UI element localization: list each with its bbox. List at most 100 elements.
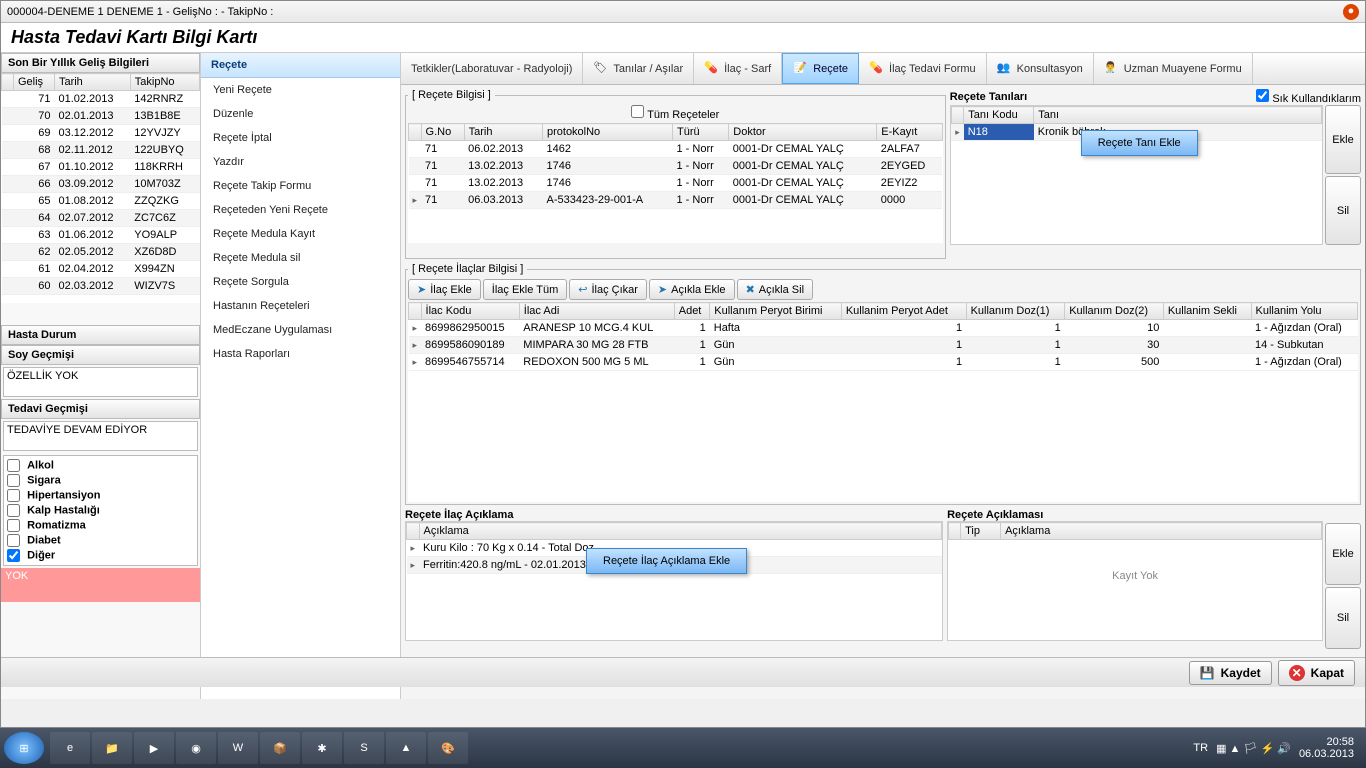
ilac-row[interactable]: ▸8699862950015ARANESP 10 MCG.4 KUL1Hafta… xyxy=(409,320,1358,337)
menu-item[interactable]: Hastanın Reçeteleri xyxy=(201,294,400,318)
visit-row[interactable]: 6603.09.201210M703Z xyxy=(2,176,200,193)
menu-item[interactable]: Reçete Medula Kayıt xyxy=(201,222,400,246)
menu-item[interactable]: Reçete Takip Formu xyxy=(201,174,400,198)
taskbar-word-icon[interactable]: W xyxy=(218,732,258,764)
taskbar[interactable]: ⊞ e 📁 ▶ ◉ W 📦 ✱ S ▲ 🎨 TR ▦ ▲ 🏳 ⚡ 🔊 20:58… xyxy=(0,728,1366,768)
visit-row[interactable]: 6501.08.2012ZZQZKG xyxy=(2,193,200,210)
menu-item[interactable]: Yazdır xyxy=(201,150,400,174)
recete-row[interactable]: 7113.02.201317461 - Norr0001-Dr CEMAL YA… xyxy=(409,175,943,192)
visits-grid[interactable]: Geliş Tarih TakipNo 7101.02.2013142RNRZ7… xyxy=(1,73,200,303)
visit-row[interactable]: 6202.05.2012XZ6D8D xyxy=(2,244,200,261)
col-ekayit[interactable]: E-Kayıt xyxy=(877,124,942,141)
col-tanikodu[interactable]: Tanı Kodu xyxy=(964,107,1034,124)
ilac-toolbar-button[interactable]: ➤İlaç Ekle xyxy=(408,279,481,300)
recete-row[interactable]: 7113.02.201317461 - Norr0001-Dr CEMAL YA… xyxy=(409,158,943,175)
kaydet-button[interactable]: 💾Kaydet xyxy=(1189,661,1272,685)
taskbar-chrome-icon[interactable]: ◉ xyxy=(176,732,216,764)
visit-row[interactable]: 7101.02.2013142RNRZ xyxy=(2,91,200,108)
col-doktor[interactable]: Doktor xyxy=(729,124,877,141)
menu-item[interactable]: Reçeteden Yeni Reçete xyxy=(201,198,400,222)
col-gno[interactable]: G.No xyxy=(421,124,464,141)
tab[interactable]: 📝Reçete xyxy=(782,53,859,84)
visit-row[interactable]: 6903.12.201212YVJZY xyxy=(2,125,200,142)
visit-row[interactable]: 6701.10.2012118KRRH xyxy=(2,159,200,176)
col-gelis[interactable]: Geliş xyxy=(14,74,55,91)
lang-indicator[interactable]: TR xyxy=(1193,742,1208,754)
col-tarih2[interactable]: Tarih xyxy=(464,124,542,141)
visit-row[interactable]: 6102.04.2012X994ZN xyxy=(2,261,200,278)
condition-check[interactable]: Alkol xyxy=(7,458,194,473)
condition-check[interactable]: Hipertansiyon xyxy=(7,488,194,503)
recete-row[interactable]: ▸7106.03.2013A-533423-29-001-A1 - Norr00… xyxy=(409,192,943,209)
visit-row[interactable]: 6802.11.2012122UBYQ xyxy=(2,142,200,159)
hasta-durum-header[interactable]: Hasta Durum xyxy=(1,325,200,345)
ilac-col[interactable]: Kullanim Yolu xyxy=(1251,303,1358,320)
menu-item[interactable]: Hasta Raporları xyxy=(201,342,400,366)
tab[interactable]: 💊İlaç - Sarf xyxy=(694,53,782,84)
ilac-aciklama-ekle-popup[interactable]: Reçete İlaç Açıklama Ekle xyxy=(586,548,747,574)
col-takipno[interactable]: TakipNo xyxy=(130,74,199,91)
visit-row[interactable]: 6301.06.2012YO9ALP xyxy=(2,227,200,244)
tum-receteler-check[interactable]: Tüm Reçeteler xyxy=(631,109,719,121)
tani-ekle-button[interactable]: Ekle xyxy=(1325,105,1361,174)
tray-icons[interactable]: ▦ ▲ 🏳 ⚡ 🔊 xyxy=(1216,742,1291,755)
ilac-col[interactable]: Kullanım Doz(2) xyxy=(1065,303,1164,320)
close-icon[interactable]: ● xyxy=(1343,4,1359,20)
tab[interactable]: 🏷Tanılar / Aşılar xyxy=(583,53,694,84)
ilac-col[interactable]: Kullanım Doz(1) xyxy=(966,303,1065,320)
menu-item[interactable]: Reçete Medula sil xyxy=(201,246,400,270)
ilac-col[interactable]: Kullanim Sekli xyxy=(1163,303,1251,320)
menu-item[interactable]: Reçete İptal xyxy=(201,126,400,150)
condition-check[interactable]: Kalp Hastalığı xyxy=(7,503,194,518)
menu-item[interactable]: Düzenle xyxy=(201,102,400,126)
taskbar-pdf-icon[interactable]: ▲ xyxy=(386,732,426,764)
clock-date[interactable]: 06.03.2013 xyxy=(1299,748,1354,760)
tani-sil-button[interactable]: Sil xyxy=(1325,176,1361,245)
tab[interactable]: Tetkikler(Laboratuvar - Radyoloji) xyxy=(401,53,583,84)
tab[interactable]: 💊İlaç Tedavi Formu xyxy=(859,53,987,84)
taskbar-explorer-icon[interactable]: 📁 xyxy=(92,732,132,764)
visit-row[interactable]: 7002.01.201313B1B8E xyxy=(2,108,200,125)
taskbar-skype-icon[interactable]: S xyxy=(344,732,384,764)
col-aciklama[interactable]: Açıklama xyxy=(419,523,942,540)
col-aciklama2[interactable]: Açıklama xyxy=(1001,523,1322,540)
aciklama-ekle-button[interactable]: Ekle xyxy=(1325,523,1361,585)
taskbar-app-icon[interactable]: ✱ xyxy=(302,732,342,764)
recete-tani-ekle-popup[interactable]: Reçete Tanı Ekle xyxy=(1081,130,1198,156)
ilac-col[interactable]: Kullanım Peryot Birimi xyxy=(710,303,842,320)
col-tani[interactable]: Tanı xyxy=(1034,107,1322,124)
col-tarih[interactable]: Tarih xyxy=(54,74,130,91)
clock-time[interactable]: 20:58 xyxy=(1299,736,1354,748)
aciklama-sil-button[interactable]: Sil xyxy=(1325,587,1361,649)
ilac-col[interactable]: Adet xyxy=(674,303,710,320)
taskbar-ie-icon[interactable]: e xyxy=(50,732,90,764)
ilac-toolbar-button[interactable]: ➤Açıkla Ekle xyxy=(649,279,735,300)
sik-kullandiklarim-check[interactable]: Sık Kullandıklarım xyxy=(1256,89,1361,105)
visit-row[interactable]: 6402.07.2012ZC7C6Z xyxy=(2,210,200,227)
ilac-toolbar-button[interactable]: İlaç Ekle Tüm xyxy=(483,279,567,300)
ilac-toolbar-button[interactable]: ✖Açıkla Sil xyxy=(737,279,813,300)
kapat-button[interactable]: ✕Kapat xyxy=(1278,660,1355,686)
menu-item[interactable]: Reçete Sorgula xyxy=(201,270,400,294)
taskbar-paint-icon[interactable]: 🎨 xyxy=(428,732,468,764)
ilac-col[interactable]: İlac Adi xyxy=(519,303,674,320)
tab[interactable]: 👨‍⚕️Uzman Muayene Formu xyxy=(1094,53,1253,84)
menu-item[interactable]: MedEczane Uygulaması xyxy=(201,318,400,342)
recete-row[interactable]: 7106.02.201314621 - Norr0001-Dr CEMAL YA… xyxy=(409,141,943,158)
condition-check[interactable]: Sigara xyxy=(7,473,194,488)
visit-row[interactable]: 6002.03.2012WIZV7S xyxy=(2,278,200,295)
taskbar-winrar-icon[interactable]: 📦 xyxy=(260,732,300,764)
condition-check[interactable]: Romatizma xyxy=(7,518,194,533)
ilac-row[interactable]: ▸8699546755714REDOXON 500 MG 5 ML1Gün115… xyxy=(409,354,1358,371)
ilac-row[interactable]: ▸8699586090189MIMPARA 30 MG 28 FTB1Gün11… xyxy=(409,337,1358,354)
col-protokol[interactable]: protokolNo xyxy=(542,124,672,141)
ilac-toolbar-button[interactable]: ↩İlaç Çıkar xyxy=(569,279,647,300)
menu-item[interactable]: Yeni Reçete xyxy=(201,78,400,102)
start-button[interactable]: ⊞ xyxy=(4,732,44,764)
ilac-col[interactable]: İlac Kodu xyxy=(421,303,519,320)
col-tip[interactable]: Tip xyxy=(961,523,1001,540)
condition-check[interactable]: Diğer xyxy=(7,548,194,563)
condition-check[interactable]: Diabet xyxy=(7,533,194,548)
taskbar-media-icon[interactable]: ▶ xyxy=(134,732,174,764)
ilac-col[interactable]: Kullanim Peryot Adet xyxy=(841,303,966,320)
